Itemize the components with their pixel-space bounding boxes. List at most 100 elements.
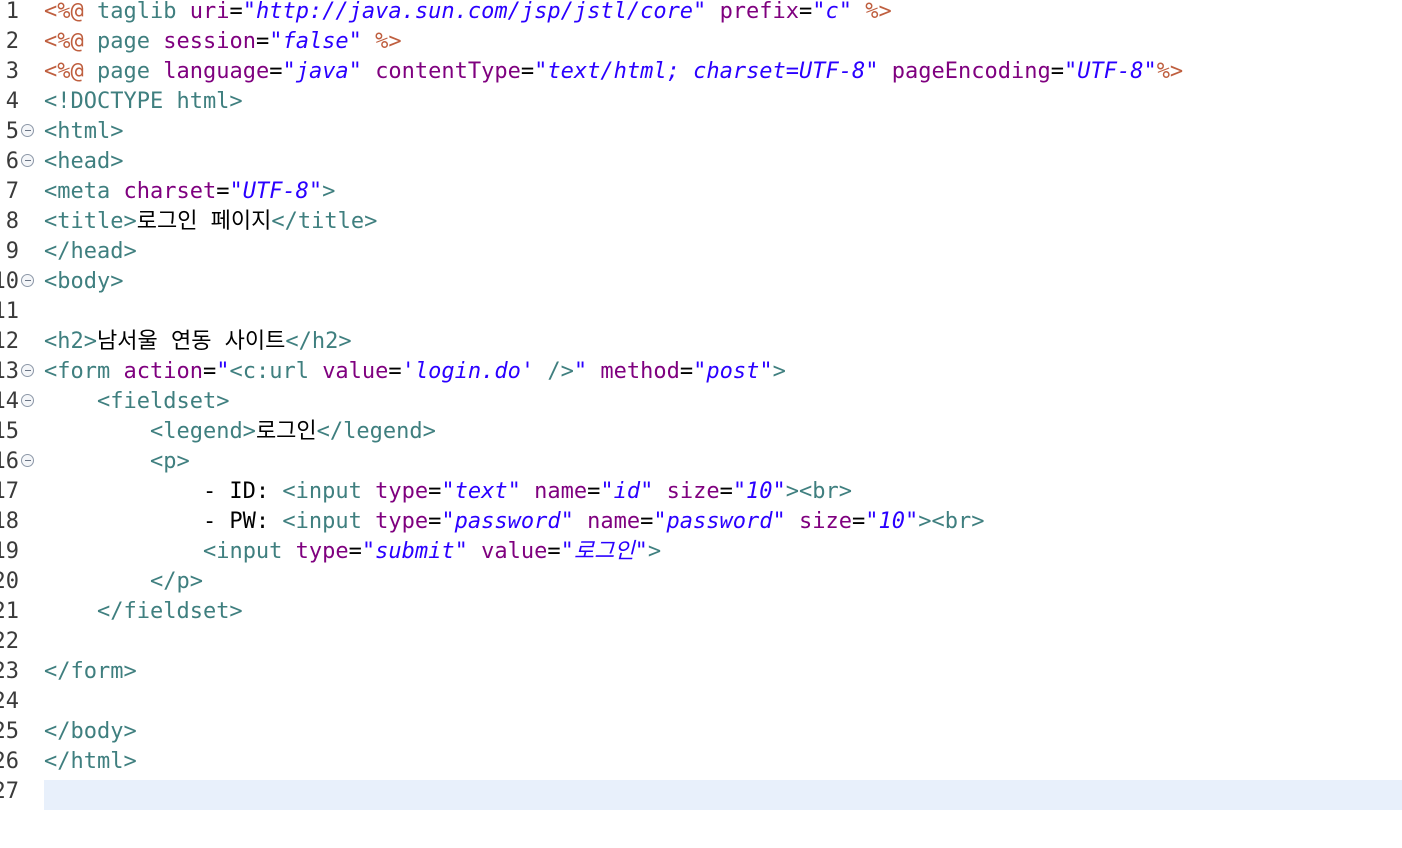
code-line[interactable]: 18 - PW: <input type="password" name="pa… (0, 510, 1402, 540)
line-gutter: 23 (0, 660, 44, 690)
code-token: = (348, 539, 362, 564)
code-token: = (202, 359, 217, 384)
code-text: <fieldset> (44, 390, 229, 420)
line-gutter: 11 (0, 300, 44, 330)
code-line[interactable]: 6 <head> (0, 150, 1402, 180)
line-number: 22 (0, 629, 19, 654)
code-token: page (83, 29, 164, 54)
fold-collapse-icon[interactable] (21, 124, 34, 137)
code-token: uri (189, 0, 230, 24)
code-token: prefix (719, 0, 800, 24)
code-token: </head> (44, 239, 137, 264)
code-line[interactable]: 19 <input type="submit" value="로그인"> (0, 540, 1402, 570)
line-number: 17 (0, 479, 19, 504)
code-editor[interactable]: 1 <%@ taglib uri="http://java.sun.com/jsp… (0, 0, 1402, 848)
line-gutter: 10 (0, 270, 44, 300)
code-token: charset (123, 179, 217, 204)
code-text: <input type="submit" value="로그인"> (44, 540, 661, 570)
code-token: 로그인 페이지 (136, 209, 272, 234)
line-number: 24 (0, 689, 19, 714)
code-token: = (587, 479, 601, 504)
code-text: <p> (44, 450, 190, 480)
code-line[interactable]: 23 </form> (0, 660, 1402, 690)
line-number: 13 (0, 359, 19, 384)
line-number: 6 (5, 149, 19, 174)
code-token: </html> (44, 749, 137, 774)
fold-collapse-icon[interactable] (21, 274, 34, 287)
line-gutter: 13 (0, 360, 44, 390)
code-token: = (679, 359, 694, 384)
code-token: value (322, 359, 389, 384)
code-token: </fieldset> (96, 599, 243, 624)
line-gutter: 2 (0, 30, 44, 60)
code-line[interactable]: 20 </p> (0, 570, 1402, 600)
code-token: "UTF-8" (229, 179, 323, 204)
fold-collapse-icon[interactable] (21, 364, 34, 377)
code-line[interactable]: 7 <meta charset="UTF-8"> (0, 180, 1402, 210)
line-number: 8 (5, 209, 19, 234)
line-gutter: 4 (0, 90, 44, 120)
code-line[interactable]: 3 <%@ page language="java" contentType="t… (0, 60, 1402, 90)
code-text: <h2>남서울 연동 사이트</h2> (44, 330, 352, 360)
line-number: 2 (5, 29, 19, 54)
code-token: > (647, 539, 662, 564)
code-token: <form (44, 359, 124, 384)
code-token: > (322, 179, 336, 204)
code-text: </body> (44, 720, 137, 750)
code-token: ><br> (918, 509, 985, 534)
code-token: %> (375, 29, 402, 54)
line-number: 9 (5, 239, 19, 264)
code-line[interactable]: 5 <html> (0, 120, 1402, 150)
code-line[interactable]: 10 <body> (0, 270, 1402, 300)
fold-collapse-icon[interactable] (21, 454, 34, 467)
code-line[interactable]: 12 <h2>남서울 연동 사이트</h2> (0, 330, 1402, 360)
code-line[interactable]: 24 (0, 690, 1402, 720)
code-line[interactable]: 9 </head> (0, 240, 1402, 270)
code-token: %> (865, 0, 892, 24)
code-line[interactable]: 21 </fieldset> (0, 600, 1402, 630)
code-text: - PW: <input type="password" name="passw… (44, 509, 985, 540)
code-line[interactable]: 27 (0, 780, 1402, 810)
code-line[interactable]: 1 <%@ taglib uri="http://java.sun.com/jsp… (0, 0, 1402, 30)
code-line[interactable]: 15 <legend>로그인</legend> (0, 420, 1402, 450)
code-line[interactable]: 22 (0, 630, 1402, 660)
code-token: session (163, 29, 256, 54)
code-token: <%@ (44, 0, 84, 24)
code-line[interactable]: 4 <!DOCTYPE html> (0, 90, 1402, 120)
code-text: <body> (44, 270, 123, 300)
code-token: </form> (44, 659, 137, 684)
line-gutter: 21 (0, 600, 44, 630)
code-token: = (229, 0, 243, 24)
code-token: "post" (693, 359, 773, 384)
code-token: - ID: (44, 479, 283, 504)
code-text: <form action="<c:url value='login.do' />… (44, 360, 786, 390)
code-line[interactable]: 16 <p> (0, 450, 1402, 480)
code-token: <html> (44, 119, 124, 144)
line-number: 25 (0, 719, 19, 744)
line-gutter: 12 (0, 330, 44, 360)
code-line[interactable]: 11 (0, 300, 1402, 330)
code-line[interactable]: 26 </html> (0, 750, 1402, 780)
code-line[interactable]: 13 <form action="<c:url value='login.do' … (0, 360, 1402, 390)
code-line[interactable]: 14 <fieldset> (0, 390, 1402, 420)
code-line[interactable]: 8 <title>로그인 페이지</title> (0, 210, 1402, 240)
code-token: "10" (732, 479, 786, 504)
code-line[interactable]: 17 - ID: <input type="text" name="id" si… (0, 480, 1402, 510)
line-number: 12 (0, 329, 19, 354)
fold-collapse-icon[interactable] (21, 154, 34, 167)
code-token: <p> (149, 449, 190, 474)
code-line[interactable]: 25 </body> (0, 720, 1402, 750)
code-text: </html> (44, 750, 137, 780)
code-token: <c:url (229, 359, 323, 384)
code-text: <!DOCTYPE html> (44, 90, 243, 120)
code-line[interactable]: 2 <%@ page session="false" %> (0, 30, 1402, 60)
line-gutter: 8 (0, 210, 44, 240)
code-token: contentType (375, 59, 521, 84)
fold-collapse-icon[interactable] (21, 394, 34, 407)
